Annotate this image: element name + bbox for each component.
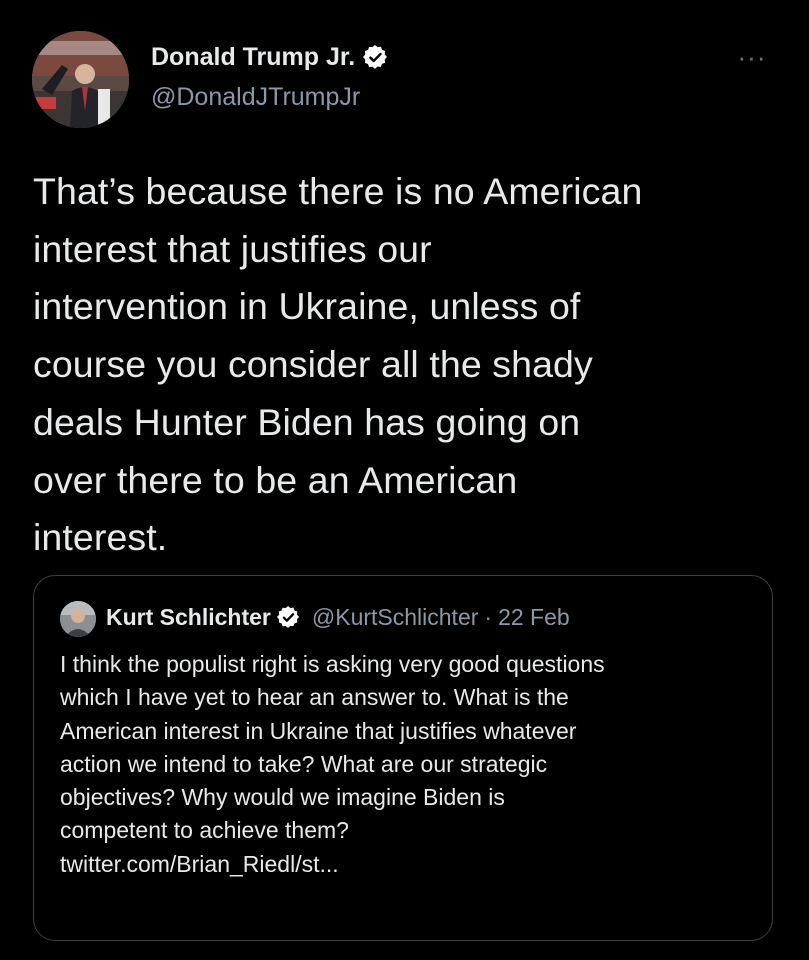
quoted-header: Kurt Schlichter @KurtSchlichter · 22 Feb bbox=[106, 602, 570, 632]
author-name[interactable]: Donald Trump Jr. bbox=[151, 42, 355, 72]
author-avatar[interactable] bbox=[32, 31, 129, 128]
quoted-tweet-card[interactable]: Kurt Schlichter @KurtSchlichter · 22 Feb… bbox=[33, 575, 773, 941]
verified-badge-icon bbox=[276, 605, 300, 629]
quoted-date: 22 Feb bbox=[498, 604, 570, 630]
more-horizontal-icon: ··· bbox=[737, 41, 767, 72]
quoted-author-name: Kurt Schlichter bbox=[106, 604, 271, 630]
quoted-author-handle: @KurtSchlichter bbox=[311, 604, 479, 630]
separator-dot: · bbox=[484, 604, 493, 630]
tweet-text: That’s because there is no American inte… bbox=[33, 170, 643, 559]
quoted-tweet-text: I think the populist right is asking ver… bbox=[60, 651, 605, 877]
quoted-author-avatar bbox=[60, 601, 96, 637]
author-name-row: Donald Trump Jr. bbox=[151, 42, 388, 72]
more-options-button[interactable]: ··· bbox=[730, 42, 774, 72]
author-handle[interactable]: @DonaldJTrumpJr bbox=[151, 82, 360, 112]
verified-badge-icon bbox=[363, 44, 388, 70]
tweet: Donald Trump Jr. @DonaldJTrumpJr ··· Tha… bbox=[0, 0, 809, 960]
